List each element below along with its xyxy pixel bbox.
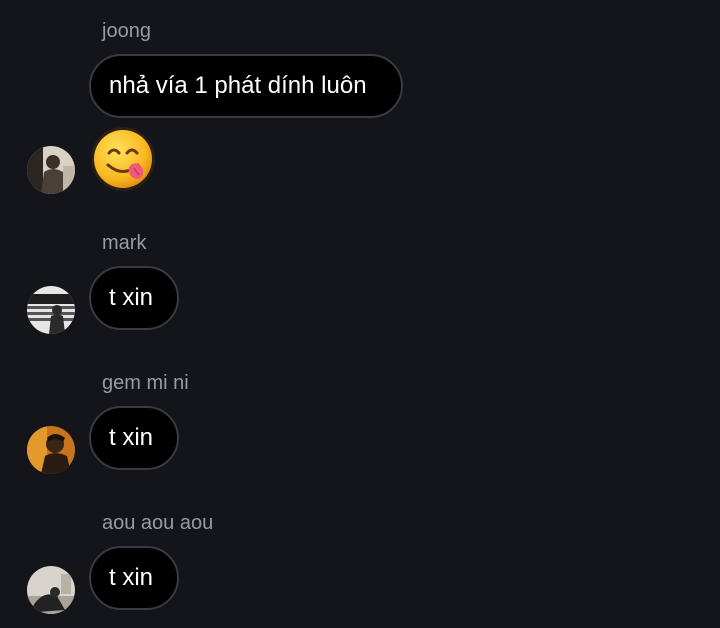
message-text: t xin bbox=[109, 424, 154, 451]
message-bubble[interactable]: nhả vía 1 phát dính luôn bbox=[89, 54, 403, 118]
message-bubble[interactable]: t xin bbox=[89, 266, 179, 330]
message-bubble[interactable]: t xin bbox=[89, 406, 179, 470]
sender-name: gem mi ni bbox=[102, 372, 189, 394]
sender-name: aou aou aou bbox=[102, 512, 214, 534]
sender-name: mark bbox=[102, 232, 147, 254]
message-text: t xin bbox=[109, 564, 154, 591]
face-savoring-food-emoji-icon[interactable] bbox=[90, 126, 156, 192]
chat-thread: joong nhả vía 1 phát dính luôn mark t xi… bbox=[0, 0, 720, 628]
avatar[interactable] bbox=[27, 426, 75, 474]
message-text: nhả vía 1 phát dính luôn bbox=[109, 72, 367, 99]
message-bubble[interactable]: t xin bbox=[89, 546, 179, 610]
avatar[interactable] bbox=[27, 566, 75, 614]
avatar[interactable] bbox=[27, 146, 75, 194]
avatar[interactable] bbox=[27, 286, 75, 334]
sender-name: joong bbox=[102, 20, 151, 42]
message-text: t xin bbox=[109, 284, 154, 311]
